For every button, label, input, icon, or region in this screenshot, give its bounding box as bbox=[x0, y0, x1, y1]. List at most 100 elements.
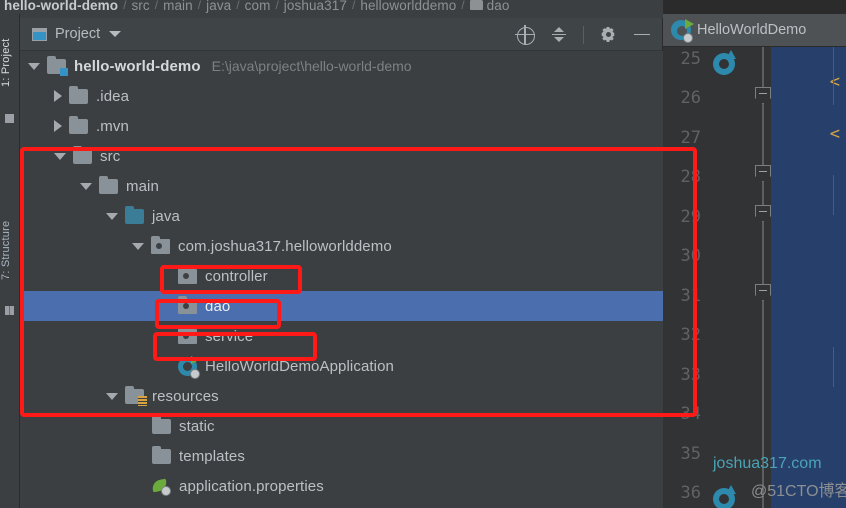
chevron-right-icon[interactable] bbox=[54, 90, 62, 102]
sidebar-item-project[interactable]: 1: Project bbox=[0, 20, 20, 106]
line-number: 31 bbox=[680, 285, 701, 306]
list-item-label: .mvn bbox=[96, 117, 129, 135]
project-path: E:\java\project\hello-world-demo bbox=[211, 58, 412, 74]
table-row[interactable]: .idea bbox=[20, 81, 663, 111]
source-folder-icon bbox=[125, 205, 144, 224]
chevron-down-icon[interactable] bbox=[80, 182, 92, 190]
table-row[interactable]: com.joshua317.helloworlddemo bbox=[20, 231, 663, 261]
table-row[interactable]: main bbox=[20, 171, 663, 201]
editor-gutter[interactable]: 36 35 34 33 32 31 30 29 28 27 26 25 < < joshua317.c… bbox=[663, 47, 846, 508]
folder-icon bbox=[99, 175, 118, 194]
folder-icon bbox=[152, 415, 171, 434]
chevron-down-icon[interactable] bbox=[28, 62, 40, 70]
table-row[interactable]: src bbox=[20, 141, 663, 171]
table-row[interactable]: HelloWorldDemoApplication bbox=[20, 351, 663, 381]
settings-gear-icon[interactable] bbox=[598, 25, 618, 45]
resources-folder-icon bbox=[125, 385, 147, 406]
spring-gutter-run-icon[interactable] bbox=[713, 50, 736, 75]
breadcrumb-item[interactable]: joshua317 bbox=[284, 0, 347, 13]
list-item-label: dao bbox=[205, 297, 231, 315]
breadcrumb-item[interactable]: helloworlddemo bbox=[360, 0, 456, 13]
line-number: 28 bbox=[680, 167, 701, 188]
project-tree[interactable]: hello-world-demo E:\java\project\hello-wo… bbox=[20, 51, 663, 508]
editor-tab-label: HelloWorldDemo bbox=[697, 22, 807, 38]
watermark-51cto: @51CTO博客 bbox=[751, 483, 846, 500]
line-number: 29 bbox=[680, 206, 701, 227]
page-title: Project bbox=[55, 26, 101, 42]
line-number: 32 bbox=[680, 325, 701, 346]
package-icon bbox=[151, 235, 170, 254]
table-row[interactable]: application.properties bbox=[20, 471, 663, 501]
list-item-label: com.joshua317.helloworlddemo bbox=[178, 237, 392, 255]
breadcrumb-separator: / bbox=[236, 0, 240, 12]
breadcrumb-item[interactable]: java bbox=[206, 0, 231, 13]
editor-area: HelloWorldDemo 36 35 34 33 32 31 30 29 28 27 26 25 … bbox=[663, 0, 846, 508]
list-item-label: templates bbox=[179, 447, 245, 465]
breadcrumb-separator: / bbox=[461, 0, 465, 12]
list-item-label: application.properties bbox=[179, 477, 324, 495]
structure-icon bbox=[5, 306, 14, 315]
list-item-label: main bbox=[126, 177, 159, 195]
breadcrumb-separator: / bbox=[275, 0, 279, 12]
code-vertical-bar bbox=[833, 47, 834, 105]
table-row[interactable]: hello-world-demo E:\java\project\hello-wo… bbox=[20, 51, 663, 81]
collapse-all-icon[interactable] bbox=[549, 25, 569, 45]
package-icon bbox=[469, 0, 483, 10]
table-row[interactable]: service bbox=[20, 321, 663, 351]
table-row[interactable]: static bbox=[20, 411, 663, 441]
list-item-label: src bbox=[100, 147, 121, 165]
table-row[interactable]: templates bbox=[20, 441, 663, 471]
watermark-site: joshua317.com bbox=[713, 455, 822, 472]
table-row[interactable]: .mvn bbox=[20, 111, 663, 141]
package-icon bbox=[178, 325, 197, 344]
chevron-down-icon[interactable] bbox=[54, 152, 66, 160]
spring-boot-run-icon bbox=[671, 19, 694, 43]
table-row[interactable]: resources bbox=[20, 381, 663, 411]
line-number: 34 bbox=[680, 404, 701, 425]
line-number: 26 bbox=[680, 88, 701, 109]
breadcrumb-separator: / bbox=[154, 0, 159, 12]
list-item-label: resources bbox=[152, 387, 219, 405]
locate-icon[interactable] bbox=[515, 24, 535, 45]
breadcrumb-item[interactable]: hello-world-demo bbox=[4, 0, 118, 13]
project-title-group[interactable]: Project bbox=[20, 26, 122, 42]
line-number: 30 bbox=[680, 246, 701, 267]
chevron-right-icon[interactable] bbox=[54, 120, 62, 132]
line-number: 25 bbox=[680, 48, 701, 69]
panel-toolbar bbox=[515, 18, 652, 51]
chevron-down-icon[interactable] bbox=[106, 392, 118, 400]
folder-icon bbox=[152, 445, 171, 464]
spring-boot-class-icon bbox=[178, 355, 200, 379]
breadcrumb-item[interactable]: src bbox=[131, 0, 149, 13]
list-item-label: java bbox=[152, 207, 180, 225]
folder-icon bbox=[69, 85, 88, 104]
table-row[interactable]: controller bbox=[20, 261, 663, 291]
breadcrumb-item[interactable]: dao bbox=[487, 0, 510, 13]
table-row[interactable]: java bbox=[20, 201, 663, 231]
spring-properties-icon bbox=[151, 478, 171, 496]
toolbar-divider bbox=[583, 25, 584, 44]
list-item-label: controller bbox=[205, 267, 268, 285]
breadcrumb-separator: / bbox=[352, 0, 356, 12]
table-row[interactable]: dao bbox=[20, 291, 663, 321]
list-item-label: .idea bbox=[96, 87, 130, 105]
hide-icon[interactable] bbox=[632, 25, 652, 45]
chevron-left-icon: < bbox=[829, 72, 840, 92]
breadcrumb-item[interactable]: main bbox=[163, 0, 193, 13]
spring-gutter-run-icon[interactable] bbox=[713, 485, 736, 508]
chevron-down-icon[interactable] bbox=[109, 31, 122, 37]
code-vertical-bar bbox=[833, 175, 834, 215]
list-item-label: HelloWorldDemoApplication bbox=[205, 357, 394, 375]
chevron-down-icon[interactable] bbox=[106, 212, 118, 220]
chevron-left-icon: < bbox=[829, 124, 840, 144]
package-icon bbox=[178, 265, 197, 284]
chevron-down-icon[interactable] bbox=[132, 242, 144, 250]
project-tool-window: Project hello-world-demo E:\java\project\… bbox=[20, 18, 663, 508]
package-icon bbox=[178, 295, 197, 314]
code-vertical-bar bbox=[833, 347, 834, 387]
left-tool-window-bar: 1: Project 7: Structure bbox=[0, 14, 20, 508]
breadcrumb-item[interactable]: com bbox=[245, 0, 271, 13]
sidebar-item-structure[interactable]: 7: Structure bbox=[0, 200, 20, 300]
project-panel-header: Project bbox=[20, 18, 662, 51]
fold-guide-line bbox=[762, 47, 764, 508]
